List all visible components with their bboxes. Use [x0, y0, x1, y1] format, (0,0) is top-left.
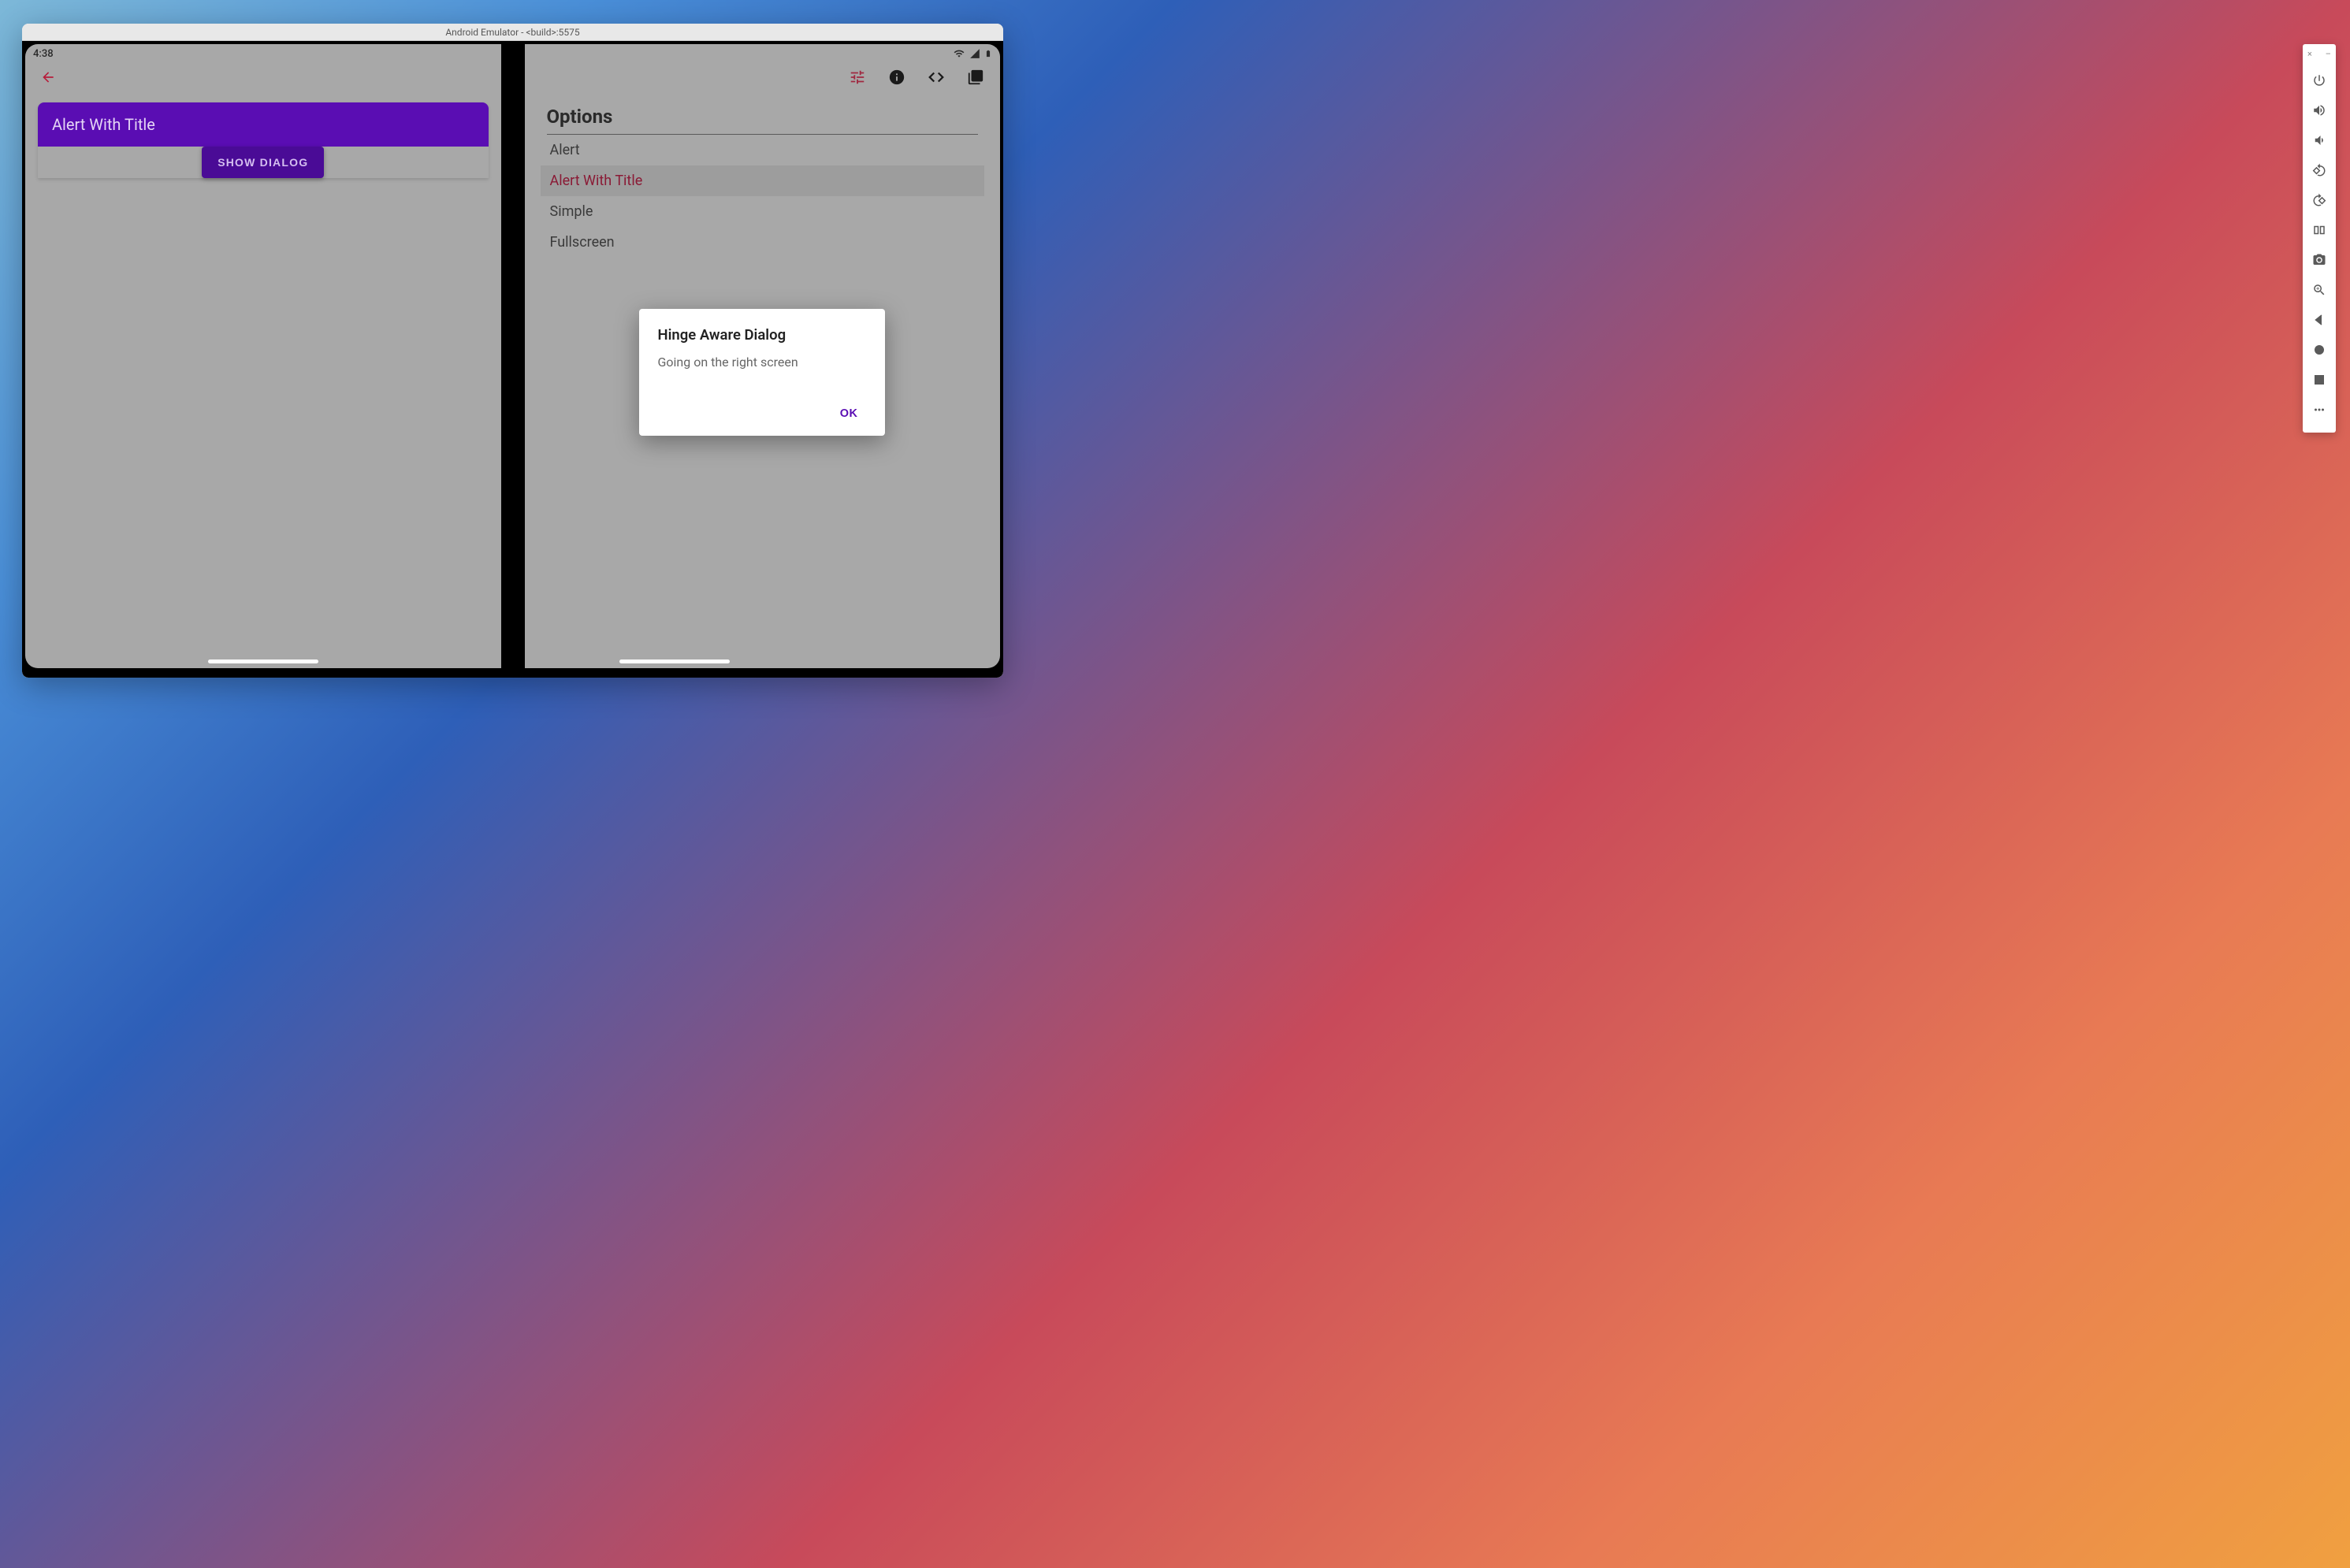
signal-icon: [969, 48, 981, 59]
back-button[interactable]: [39, 69, 57, 86]
card-header: Alert With Title: [38, 102, 489, 147]
nav-back-icon: [2312, 313, 2326, 327]
app-nav-bar-right: [525, 63, 1001, 91]
nav-home-button[interactable]: [2308, 335, 2330, 365]
emulator-title: Android Emulator - <build>:5575: [445, 27, 579, 38]
gesture-bar-left[interactable]: [208, 660, 318, 663]
back-arrow-icon: [40, 69, 56, 85]
code-button[interactable]: [926, 67, 946, 87]
nav-overview-button[interactable]: [2308, 365, 2330, 395]
dialog-title: Hinge Aware Dialog: [658, 326, 866, 344]
power-icon: [2312, 73, 2326, 87]
emulator-window: Android Emulator - <build>:5575 4:38: [22, 24, 1003, 678]
dialog-ok-button[interactable]: OK: [832, 401, 866, 426]
library-icon: [967, 69, 984, 86]
zoom-icon: [2312, 283, 2326, 297]
wifi-icon: [953, 48, 965, 59]
content-card: Alert With Title SHOW DIALOG: [38, 102, 489, 178]
nav-home-icon: [2312, 343, 2326, 357]
screenshot-posture-button[interactable]: [2308, 215, 2330, 245]
camera-icon: [2312, 253, 2326, 267]
emulator-side-toolbar: × –: [2303, 44, 2336, 433]
battery-icon: [984, 47, 992, 60]
zoom-button[interactable]: [2308, 275, 2330, 305]
hinge-aware-dialog: Hinge Aware Dialog Going on the right sc…: [639, 309, 885, 436]
left-screen: 4:38 Alert With Title SHOW DIALOG: [25, 44, 501, 668]
app-nav-bar-left: [25, 63, 501, 91]
tune-button[interactable]: [847, 67, 868, 87]
volume-down-icon: [2312, 133, 2326, 147]
option-fullscreen[interactable]: Fullscreen: [547, 227, 979, 258]
code-icon: [928, 69, 945, 86]
status-time: 4:38: [33, 48, 54, 60]
fold-icon: [2312, 223, 2326, 237]
gesture-bar-right[interactable]: [619, 660, 730, 663]
options-title: Options: [547, 106, 979, 135]
emulator-minimize-button[interactable]: –: [2326, 49, 2331, 59]
tune-icon: [849, 69, 866, 86]
rotate-right-icon: [2312, 193, 2326, 207]
option-alert-with-title[interactable]: Alert With Title: [541, 165, 985, 196]
nav-back-button[interactable]: [2308, 305, 2330, 335]
more-icon: [2312, 403, 2326, 417]
options-panel: Options Alert Alert With Title Simple Fu…: [525, 91, 1001, 272]
emulator-close-button[interactable]: ×: [2307, 49, 2312, 59]
dialog-body: Going on the right screen: [658, 355, 866, 370]
emulator-titlebar[interactable]: Android Emulator - <build>:5575: [22, 24, 1003, 41]
card-title: Alert With Title: [52, 115, 155, 134]
device-frame: 4:38 Alert With Title SHOW DIALOG: [25, 44, 1000, 668]
camera-button[interactable]: [2308, 245, 2330, 275]
rotate-left-icon: [2312, 163, 2326, 177]
volume-up-button[interactable]: [2308, 95, 2330, 125]
right-screen: Options Alert Alert With Title Simple Fu…: [525, 44, 1001, 668]
rotate-left-button[interactable]: [2308, 155, 2330, 185]
rotate-right-button[interactable]: [2308, 185, 2330, 215]
power-button[interactable]: [2308, 65, 2330, 95]
status-bar-right: [525, 44, 1001, 63]
volume-down-button[interactable]: [2308, 125, 2330, 155]
info-icon: [888, 69, 905, 86]
status-bar-left: 4:38: [25, 44, 501, 63]
nav-overview-icon: [2312, 373, 2326, 387]
show-dialog-button[interactable]: SHOW DIALOG: [202, 147, 324, 178]
option-simple[interactable]: Simple: [547, 196, 979, 227]
info-button[interactable]: [887, 67, 907, 87]
volume-up-icon: [2312, 103, 2326, 117]
more-options-button[interactable]: [2308, 395, 2330, 425]
library-button[interactable]: [965, 67, 986, 87]
option-alert[interactable]: Alert: [547, 135, 979, 165]
